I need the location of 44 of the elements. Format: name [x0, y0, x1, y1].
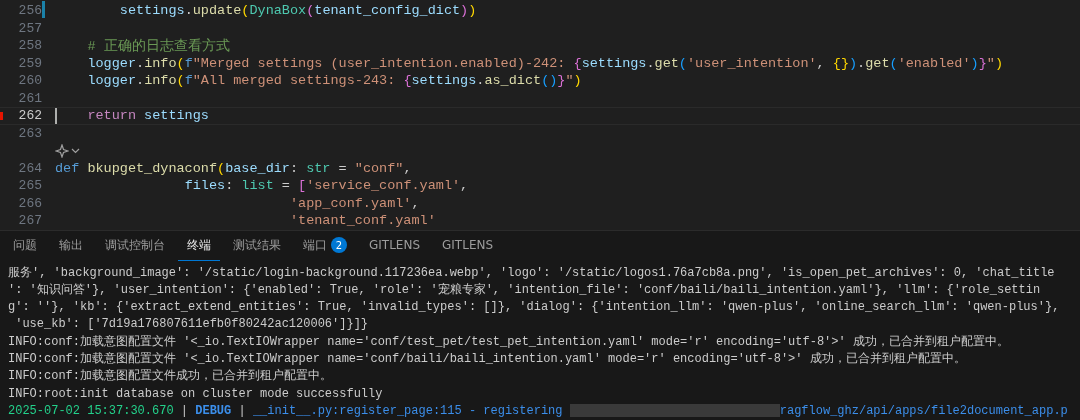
terminal-line: 2025-07-02 15:37:30.670 | DEBUG | __init__.py:register_page:115 - registering ragflow_ghz/api/apps/file2document_app.p [8, 402, 1069, 420]
terminal-line: INFO:root:init database on cluster mode successfully [8, 385, 384, 403]
panel-tab[interactable]: 问题 [4, 230, 46, 261]
code-line: 'tenant_conf.yaml' [289, 213, 436, 229]
sparkle-icon[interactable] [55, 143, 69, 158]
terminal-line: ': '知识问答'}, 'user_intention': {'enabled': True, 'role': '宠粮专家', 'intention_file': 'conf/baili/baili_intention.yaml'}, 'llm': {'role_settin [8, 281, 1042, 299]
code-line: return settings [87, 108, 209, 124]
code-line: # 正确的日志查看方式 [87, 37, 230, 55]
line-number: 262 [18, 108, 42, 124]
panel-tab[interactable]: 调试控制台 [96, 230, 174, 261]
count-badge: 2 [331, 237, 347, 253]
line-number: 260 [18, 73, 42, 89]
panel-tab[interactable]: 终端 [178, 230, 220, 261]
code-line: 'app_conf.yaml', [289, 195, 420, 211]
code-line: settings.update(DynaBox(tenant_config_dict)) [119, 3, 477, 19]
line-number: 263 [18, 125, 42, 141]
terminal-line: g': ''}, 'kb': {'extract_extend_entities': True, 'invalid_types': []}, 'dialog': {'intention_llm': 'qwen-plus', 'online_search_llm': 'qwen-plus'}, [8, 299, 1061, 317]
panel-tab[interactable]: 端口 2 [294, 230, 356, 261]
code-line: logger.info(f"All merged settings-243: {settings.as_dict()}") [87, 73, 582, 89]
code-line: def bkupget_dynaconf(base_dir: str = "conf", [55, 160, 412, 176]
line-number: 256 [18, 3, 42, 19]
terminal-line: INFO:conf:加载意图配置文件成功，已合并到租户配置中。 [8, 368, 333, 386]
terminal-line: INFO:conf:加载意图配置文件 '<_io.TextIOWrapper name='conf/baili/baili_intention.yaml' mode='r' encoding='utf-8'>' 成功，已合并到租户配置中。 [8, 351, 967, 368]
modified-marker [42, 1, 45, 19]
line-number: 259 [18, 55, 42, 71]
terminal-line: 'use_kb': ['7d19a176807611efb0f80242ac120006']}]} [14, 316, 370, 334]
code-line: logger.info(f"Merged settings (user_intention.enabled)-242: {settings.get('user_intention', {}).get('enabled')}") [87, 55, 1003, 71]
line-number: 261 [18, 90, 42, 106]
panel-tab[interactable]: GITLENS [360, 230, 430, 261]
line-number: 265 [18, 178, 42, 194]
terminal-line: 服务', 'background_image': '/static/login-background.117236ea.webp', 'logo': '/static/logos1.76a7cb8a.png', 'is_open_pet_archives': 0, 'chat_title [8, 264, 1056, 282]
terminal-line: INFO:conf:加载意图配置文件 '<_io.TextIOWrapper name='conf/test_pet/test_pet_intention.yaml' mode='r' encoding='utf-8'>' 成功，已合并到租户配置中。 [8, 333, 1010, 351]
line-number: 266 [18, 195, 42, 211]
breakpoint-marker [0, 112, 3, 121]
line-number: 258 [18, 38, 42, 54]
panel-tab[interactable]: GITLENS [433, 230, 503, 261]
chevron-down-icon[interactable] [71, 147, 80, 154]
panel-tab[interactable]: 输出 [50, 230, 92, 261]
panel-tab[interactable]: 测试结果 [224, 230, 290, 261]
line-number: 267 [18, 213, 42, 229]
line-number: 264 [18, 160, 42, 176]
code-line: files: list = ['service_conf.yaml', [184, 178, 469, 194]
text-cursor [55, 108, 57, 124]
line-number: 257 [18, 20, 42, 36]
